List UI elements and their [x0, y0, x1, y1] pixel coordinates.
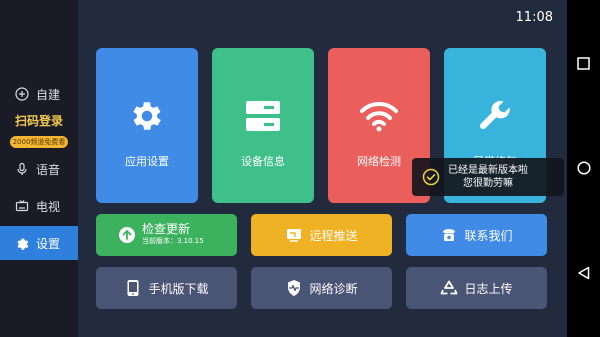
sidebar-item-label: 设置	[36, 236, 61, 251]
home-button[interactable]	[576, 160, 591, 175]
app-settings-card[interactable]: 应用设置	[96, 48, 198, 203]
phone-device-icon	[124, 279, 142, 297]
tv-icon	[14, 198, 30, 214]
storage-icon	[243, 96, 283, 136]
scan-login-promo[interactable]: 扫码登录 2000频道免费看	[6, 112, 72, 148]
wrench-icon	[475, 96, 515, 136]
contact-us-button[interactable]: 联系我们	[406, 214, 547, 256]
shield-pulse-icon	[285, 279, 303, 297]
network-diagnosis-button[interactable]: 网络诊断	[251, 267, 392, 309]
log-upload-button[interactable]: 日志上传	[406, 267, 547, 309]
sidebar-item-label: 自建	[36, 87, 61, 102]
remote-push-button[interactable]: 远程推送	[251, 214, 392, 256]
remote-push-label: 远程推送	[309, 228, 358, 243]
toast-line-1: 已经是最新版本啦	[448, 165, 528, 176]
device-info-card[interactable]: 设备信息	[212, 48, 314, 203]
circle-icon	[576, 160, 591, 175]
card-label: 应用设置	[125, 155, 169, 168]
gear-icon	[127, 96, 167, 136]
check-update-button[interactable]: 检查更新 当前版本：3.10.15	[96, 214, 237, 256]
check-update-label: 检查更新	[142, 222, 191, 236]
back-triangle-icon	[578, 266, 590, 279]
clock: 11:08	[515, 10, 553, 25]
toast-line-2: 您很勤劳嘛	[463, 178, 513, 189]
square-icon	[577, 57, 590, 70]
recent-apps-button[interactable]	[576, 56, 591, 71]
back-button[interactable]	[576, 265, 591, 280]
cast-icon	[285, 226, 303, 244]
check-circle-icon	[422, 168, 440, 186]
arrow-up-icon	[118, 226, 136, 244]
sidebar-item-custom[interactable]: 自建	[0, 79, 78, 109]
promo-badge: 2000频道免费看	[9, 136, 69, 148]
recycle-icon	[440, 279, 458, 297]
network-diagnosis-label: 网络诊断	[309, 281, 358, 296]
log-upload-label: 日志上传	[464, 281, 513, 296]
promo-title: 扫码登录	[14, 114, 63, 128]
sidebar-item-label: 电视	[36, 199, 61, 214]
plus-circle-icon	[14, 86, 30, 102]
current-version-text: 当前版本：3.10.15	[142, 237, 204, 245]
contact-us-label: 联系我们	[464, 228, 513, 243]
sidebar-item-voice[interactable]: 语音	[0, 154, 78, 184]
sidebar: 自建 扫码登录 2000频道免费看 语音 电视 设置	[0, 0, 78, 337]
microphone-icon	[14, 161, 30, 177]
mobile-download-button[interactable]: 手机版下载	[96, 267, 237, 309]
wifi-icon	[359, 96, 399, 136]
sidebar-item-tv[interactable]: 电视	[0, 191, 78, 221]
phone-icon	[440, 226, 458, 244]
mobile-download-label: 手机版下载	[148, 281, 209, 296]
card-label: 设备信息	[241, 155, 285, 168]
system-navigation-bar	[567, 0, 600, 337]
sidebar-item-label: 语音	[36, 162, 61, 177]
gear-icon	[14, 235, 30, 251]
update-toast: 已经是最新版本啦 您很勤劳嘛	[412, 158, 564, 196]
sidebar-item-settings[interactable]: 设置	[0, 226, 78, 260]
